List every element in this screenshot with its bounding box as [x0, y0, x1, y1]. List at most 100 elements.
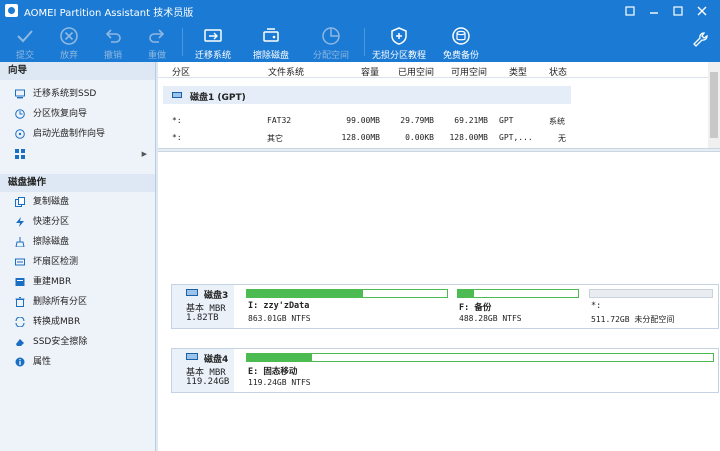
sidebar-item-quick-partition[interactable]: 快速分区 — [0, 212, 155, 232]
cell-partition: *: — [172, 116, 182, 125]
disk-name: 磁盘3 — [204, 291, 229, 301]
bootable-media-icon — [15, 129, 25, 139]
sidebar-item-convert-mbr[interactable]: 转换成MBR — [0, 312, 155, 332]
undo-button[interactable]: 撤销 — [94, 22, 132, 62]
sidebar-item-copy-disk[interactable]: 复制磁盘 — [0, 192, 155, 212]
sidebar-item-rebuild-mbr[interactable]: 重建MBR — [0, 272, 155, 292]
maximize-icon[interactable] — [670, 3, 686, 19]
disk-icon — [172, 92, 182, 98]
vertical-scrollbar[interactable] — [708, 62, 720, 148]
ssd-erase-icon — [16, 339, 24, 346]
disk-card[interactable]: 磁盘4 基本 MBR 119.24GB E: 固态移动 119.24GB NTF… — [171, 348, 719, 393]
migrate-os-button[interactable]: 迁移系统 — [188, 22, 238, 62]
partition-block[interactable]: E: 固态移动 119.24GB NTFS — [244, 351, 716, 390]
bad-sector-icon — [15, 258, 25, 266]
wipe-disk-button[interactable]: 擦除磁盘 — [246, 22, 296, 62]
close-icon[interactable] — [694, 3, 710, 19]
sidebar-item-label: 启动光盘制作向导 — [33, 129, 106, 139]
cell-status: 系统 — [549, 117, 565, 126]
window-title: AOMEI Partition Assistant 技术员版 — [24, 8, 194, 19]
more-grid-icon — [15, 149, 25, 159]
wizard-header: 向导 — [0, 62, 155, 80]
cell-free: 128.00MB — [449, 133, 488, 142]
column-header-capacity[interactable]: 容量 — [361, 65, 379, 78]
cell-capacity: 99.00MB — [346, 116, 380, 125]
partition-usage-fill — [247, 354, 313, 361]
redo-button[interactable]: 重做 — [138, 22, 176, 62]
chevron-right-icon: ▶ — [141, 150, 147, 158]
partition-usage-bar — [589, 289, 713, 298]
cell-type: GPT,... — [499, 133, 533, 142]
disk-group-row[interactable]: 磁盘1 (GPT) — [163, 86, 571, 104]
column-header-free[interactable]: 可用空间 — [451, 65, 487, 78]
scrollbar-thumb[interactable] — [710, 72, 718, 138]
partition-tutorial-button[interactable]: 无损分区教程 — [370, 22, 428, 62]
sidebar-item-bad-sector[interactable]: 坏扇区检测 — [0, 252, 155, 272]
restore-icon[interactable] — [622, 3, 638, 19]
discard-label: 放弃 — [59, 51, 78, 61]
sidebar-item-label: 转换成MBR — [33, 317, 81, 327]
sidebar-item-partition-recovery[interactable]: 分区恢复向导 — [0, 104, 155, 124]
disk-info: 磁盘4 基本 MBR 119.24GB — [172, 349, 234, 392]
sidebar-item-migrate-ssd[interactable]: 迁移系统到SSD — [0, 84, 155, 104]
cell-used: 29.79MB — [400, 116, 434, 125]
toolbar-separator — [182, 28, 183, 56]
cell-used: 0.00KB — [405, 133, 434, 142]
convert-mbr-icon — [15, 317, 25, 327]
disk-icon — [186, 353, 198, 360]
free-backup-button[interactable]: 免费备份 — [436, 22, 486, 62]
partition-name: *: — [591, 301, 602, 311]
discard-button[interactable]: 放弃 — [50, 22, 88, 62]
title-bar: AOMEI Partition Assistant 技术员版 — [0, 0, 720, 22]
sidebar: 向导 迁移系统到SSD 分区恢复向导 启动光盘制作向导 ▶ 磁盘操作 复制磁盘 … — [0, 62, 156, 451]
cell-filesystem: FAT32 — [267, 116, 292, 125]
column-header-type[interactable]: 类型 — [509, 65, 527, 78]
delete-partitions-icon — [15, 297, 25, 307]
partition-usage-bar — [246, 289, 448, 298]
partition-usage-fill — [458, 290, 474, 297]
column-header-used[interactable]: 已用空间 — [398, 65, 434, 78]
partition-name: E: 固态移动 — [248, 367, 298, 377]
quick-partition-icon — [16, 217, 24, 227]
partition-block[interactable]: F: 备份 488.28GB NTFS — [455, 287, 581, 326]
sidebar-item-delete-partitions[interactable]: 删除所有分区 — [0, 292, 155, 312]
column-header-partition[interactable]: 分区 — [172, 65, 190, 78]
disk-group-label: 磁盘1 (GPT) — [190, 93, 246, 103]
tools-button[interactable] — [688, 22, 714, 62]
sidebar-item-ssd-erase[interactable]: SSD安全擦除 — [0, 332, 155, 352]
partition-usage-bar — [457, 289, 579, 298]
sidebar-item-label: 迁移系统到SSD — [33, 89, 97, 99]
check-icon — [17, 30, 33, 43]
sidebar-item-bootable-media[interactable]: 启动光盘制作向导 — [0, 124, 155, 144]
disk-card[interactable]: 磁盘3 基本 MBR 1.82TB I: zzy'zData 863.01GB … — [171, 284, 719, 329]
partition-info: 863.01GB NTFS — [248, 314, 311, 323]
allocate-space-button[interactable]: 分配空间 — [306, 22, 356, 62]
sidebar-item-more[interactable]: ▶ — [0, 144, 155, 164]
shield-plus-icon — [391, 27, 407, 45]
undo-icon — [105, 29, 121, 43]
allocate-space-label: 分配空间 — [312, 51, 349, 61]
partition-block[interactable]: *: 511.72GB 未分配空间 — [587, 287, 715, 326]
sidebar-item-label: 复制磁盘 — [33, 197, 70, 207]
migrate-os-label: 迁移系统 — [194, 51, 231, 61]
disk-size: 119.24GB — [186, 377, 230, 387]
sidebar-item-label: 快速分区 — [33, 217, 70, 227]
migrate-os-icon — [204, 29, 222, 42]
cell-type: GPT — [499, 116, 514, 125]
partition-block[interactable]: I: zzy'zData 863.01GB NTFS — [244, 287, 450, 326]
column-header-status[interactable]: 状态 — [549, 65, 567, 78]
partition-info: 119.24GB NTFS — [248, 378, 311, 387]
cell-status: 无 — [558, 134, 566, 143]
disk-info: 磁盘3 基本 MBR 1.82TB — [172, 285, 234, 328]
sidebar-item-label: 属性 — [33, 357, 52, 367]
wipe-disk-icon — [15, 237, 25, 247]
sidebar-item-properties[interactable]: 属性 — [0, 352, 155, 372]
cell-filesystem: 其它 — [267, 134, 283, 143]
minimize-icon[interactable] — [646, 3, 662, 19]
pane-splitter[interactable] — [158, 148, 720, 152]
sidebar-item-wipe-disk[interactable]: 擦除磁盘 — [0, 232, 155, 252]
partition-table-header: 分区 文件系统 容量 已用空间 可用空间 类型 状态 — [158, 62, 708, 78]
apply-button[interactable]: 提交 — [6, 22, 44, 62]
column-header-filesystem[interactable]: 文件系统 — [268, 65, 304, 78]
redo-label: 重做 — [147, 51, 166, 61]
